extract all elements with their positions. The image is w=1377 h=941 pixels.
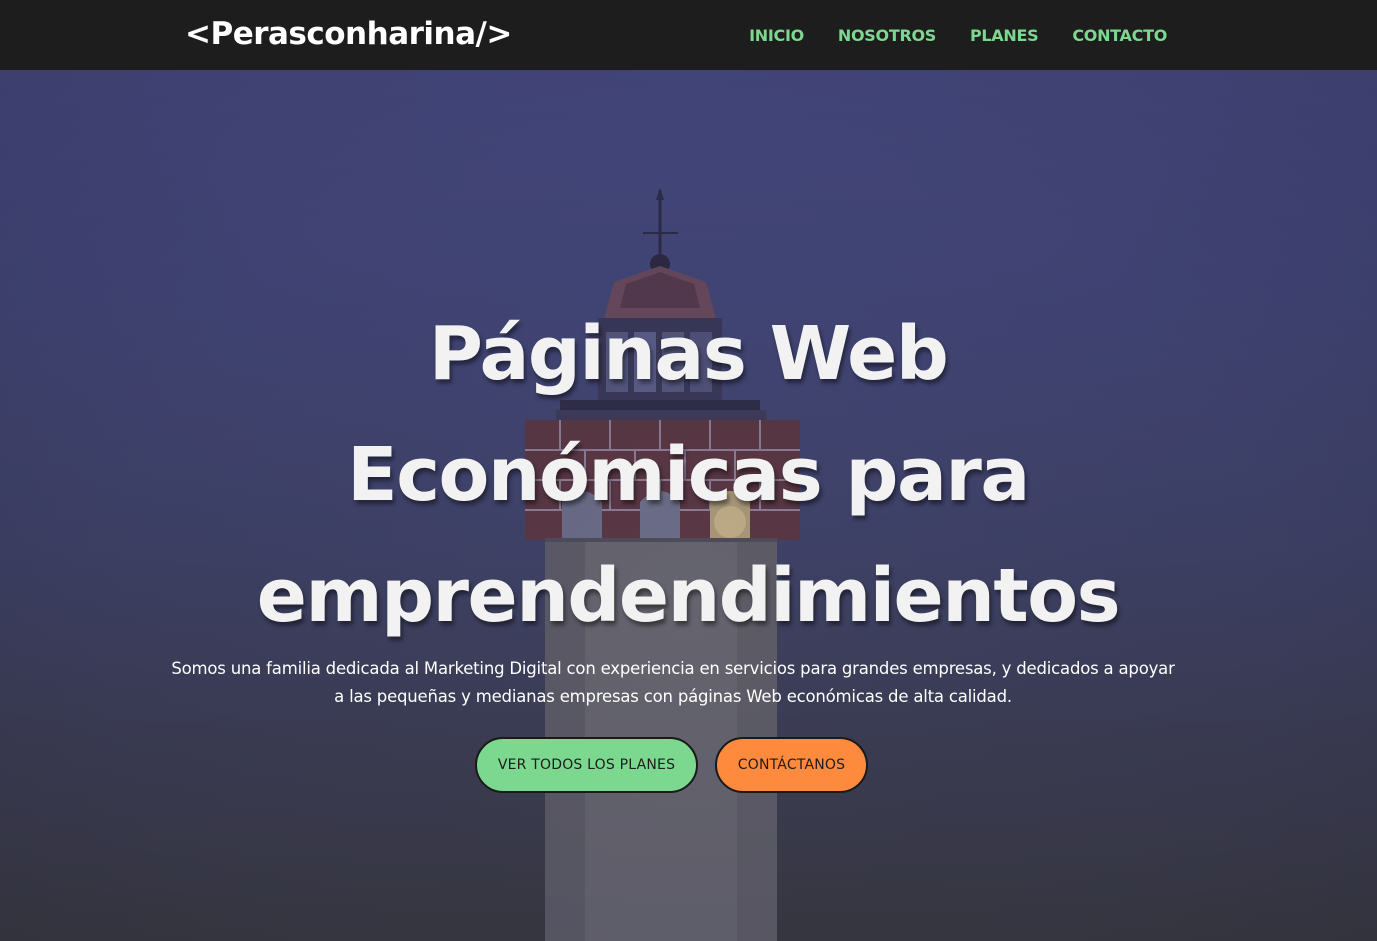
main-nav: INICIO NOSOTROS PLANES CONTACTO (749, 0, 1167, 70)
hero-title-line-1: Páginas Web (428, 311, 949, 397)
hero-title-line-3: emprendendimientos (256, 553, 1121, 639)
hero-title-line-2: Económicas para (347, 432, 1030, 518)
contact-us-button[interactable]: CONTÁCTANOS (715, 737, 868, 793)
nav-link-inicio[interactable]: INICIO (749, 26, 804, 45)
nav-link-nosotros[interactable]: NOSOTROS (838, 26, 936, 45)
site-logo[interactable]: <Perasconharina/> (185, 14, 512, 54)
hero-section: Páginas Web Económicas para emprendendim… (0, 70, 1377, 941)
nav-link-planes[interactable]: PLANES (970, 26, 1039, 45)
navbar: <Perasconharina/> INICIO NOSOTROS PLANES… (0, 0, 1377, 70)
hero-title: Páginas Web Económicas para emprendendim… (88, 294, 1288, 657)
nav-link-contacto[interactable]: CONTACTO (1072, 26, 1167, 45)
view-all-plans-button[interactable]: VER TODOS LOS PLANES (475, 737, 698, 793)
hero-description: Somos una familia dedicada al Marketing … (171, 659, 1175, 706)
